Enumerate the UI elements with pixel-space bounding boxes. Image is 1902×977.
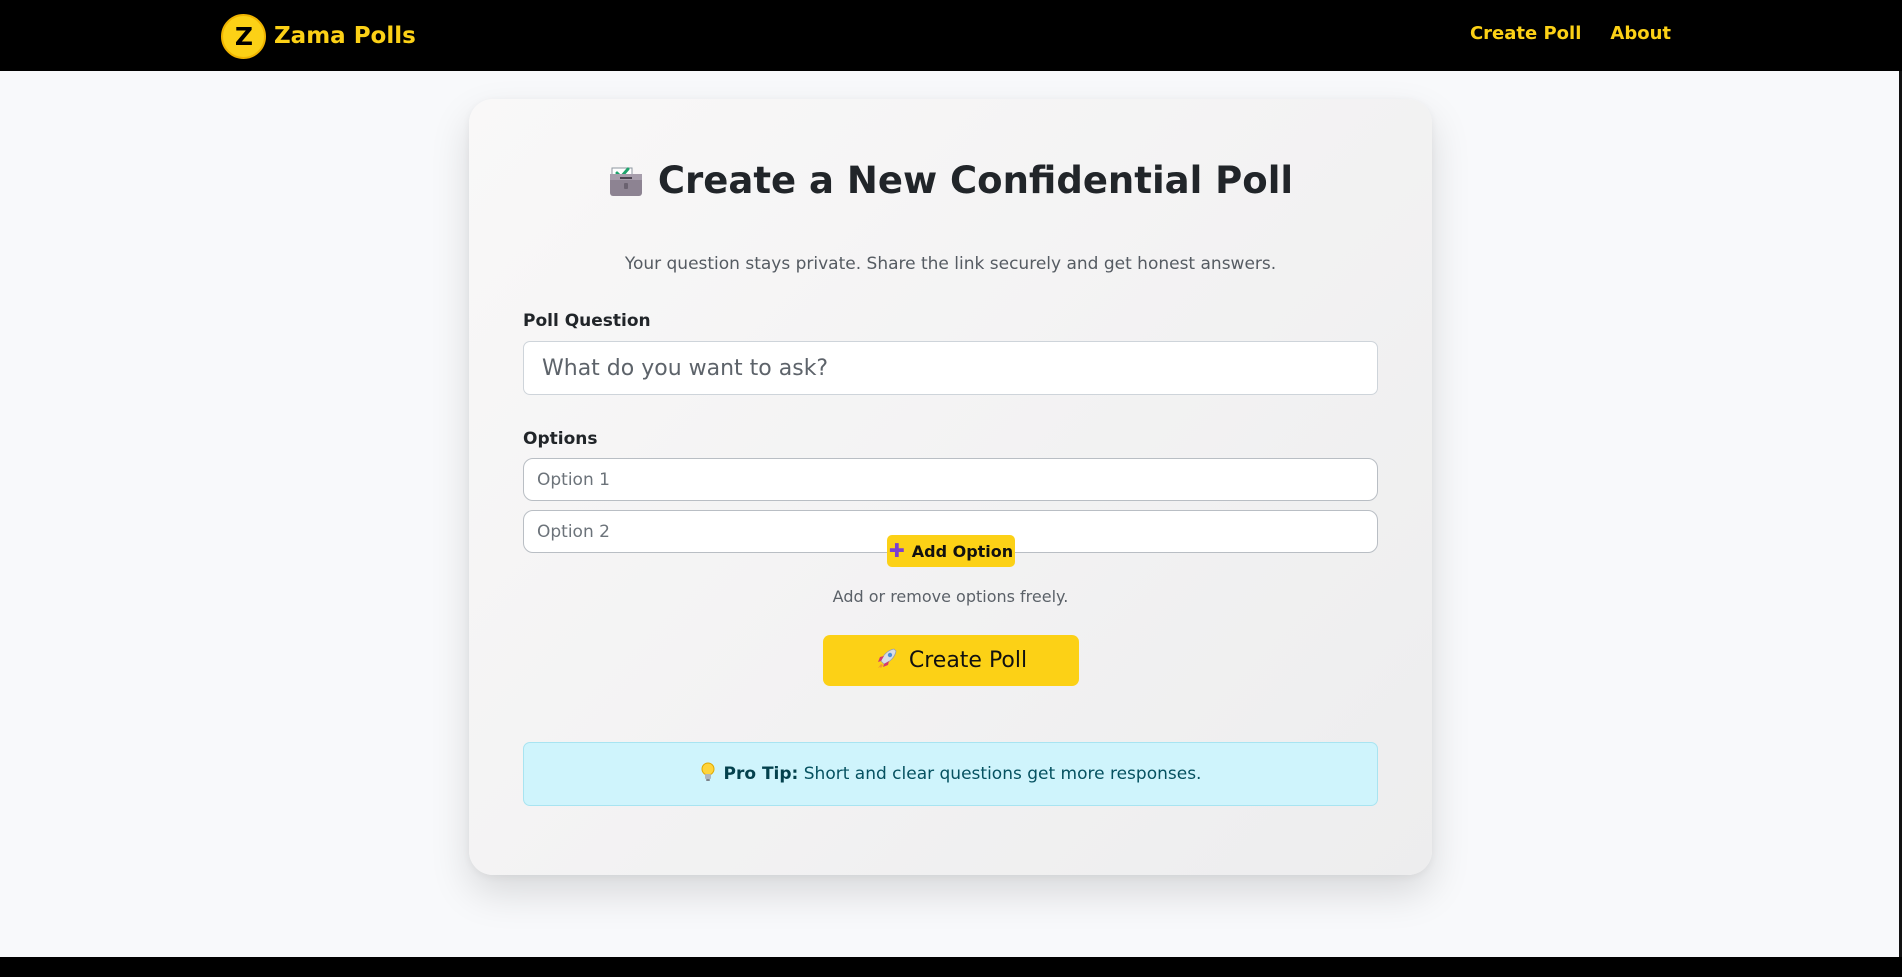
pro-tip-text: Pro Tip: Short and clear questions get m…	[724, 764, 1202, 784]
brand-name: Zama Polls	[274, 23, 416, 49]
lightbulb-icon	[700, 762, 716, 787]
nav-about-link[interactable]: About	[1610, 23, 1671, 44]
create-poll-button[interactable]: Create Poll	[823, 635, 1079, 686]
option-1-input[interactable]	[523, 458, 1378, 501]
ballot-box-icon	[608, 161, 644, 206]
navbar: Z Zama Polls Create Poll About	[0, 0, 1902, 71]
page-title-text: Create a New Confidential Poll	[657, 159, 1294, 202]
pro-tip-body: Short and clear questions get more respo…	[803, 764, 1202, 784]
page-subtitle: Your question stays private. Share the l…	[624, 254, 1277, 274]
svg-text:Z: Z	[234, 22, 252, 50]
poll-question-input[interactable]	[523, 341, 1378, 395]
options-hint: Add or remove options freely.	[832, 587, 1069, 606]
pro-tip-alert: Pro Tip: Short and clear questions get m…	[523, 742, 1378, 806]
pro-tip-heading: Pro Tip:	[723, 764, 799, 784]
create-poll-label: Create Poll	[908, 648, 1028, 673]
nav-links: Create Poll About	[1470, 23, 1671, 44]
add-option-button[interactable]: ✚ Add Option	[887, 535, 1015, 567]
nav-create-poll-link[interactable]: Create Poll	[1470, 23, 1581, 44]
zama-logo-icon: Z	[221, 13, 266, 59]
page-content: Create a New Confidential Poll Your ques…	[0, 71, 1902, 957]
rocket-icon	[875, 646, 899, 676]
create-poll-card: Create a New Confidential Poll Your ques…	[469, 99, 1432, 875]
poll-question-label: Poll Question	[523, 311, 651, 331]
options-label: Options	[523, 429, 598, 449]
brand-link[interactable]: Z Zama Polls	[221, 13, 416, 59]
plus-icon: ✚	[888, 539, 905, 562]
page-title: Create a New Confidential Poll	[469, 159, 1432, 206]
add-option-label: Add Option	[911, 541, 1014, 561]
